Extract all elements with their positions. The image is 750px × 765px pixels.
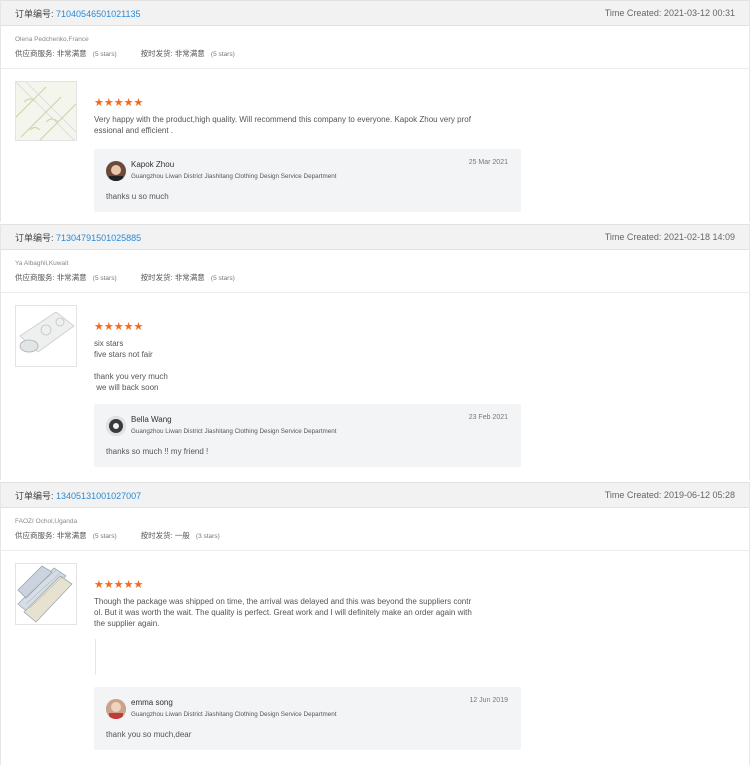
supplier-rating-stars: (5 stars) [92, 51, 117, 58]
ratings-row: 供应商服务: 非常满意 (5 stars) 按时发货: 一般 (3 stars) [1, 528, 749, 551]
reply-author: emma song [131, 698, 173, 707]
seller-reply: Kapok Zhou Guangzhou Liwan District Jias… [94, 149, 521, 212]
fabric-rolls-icon [16, 564, 76, 624]
order-number-link[interactable]: 71304791501025885 [56, 233, 141, 243]
shipping-rating: 按时发货: 非常满意 (5 stars) [141, 272, 235, 292]
shipping-rating: 按时发货: 一般 (3 stars) [141, 530, 220, 550]
buyer-info: Ya Albaghli,Kuwait [15, 260, 69, 267]
shipping-rating-stars: (5 stars) [210, 275, 235, 282]
avatar [106, 699, 126, 719]
supplier-rating-value: 非常满意 [56, 531, 87, 540]
supplier-rating-label: 供应商服务: [15, 273, 55, 282]
supplier-rating-label: 供应商服务: [15, 49, 55, 58]
shipping-rating-label: 按时发货: [140, 49, 173, 58]
reply-author: Bella Wang [131, 415, 172, 424]
supplier-rating-value: 非常满意 [56, 273, 87, 282]
buyer-info: FAOZI Ochol,Uganda [15, 518, 78, 525]
reply-date: 25 Mar 2021 [468, 159, 508, 166]
review-text: Though the package was shipped on time, … [94, 597, 472, 628]
shipping-rating-value: 非常满意 [174, 273, 205, 282]
reply-date: 23 Feb 2021 [468, 414, 508, 421]
reply-date: 12 Jun 2019 [469, 697, 508, 704]
shipping-rating-stars: (5 stars) [210, 51, 235, 58]
review-stars: ★★★★★ [94, 97, 144, 109]
avatar [106, 161, 126, 181]
order-number-label: 订单编号: [15, 490, 54, 501]
shipping-rating-value: 非常满意 [174, 49, 205, 58]
time-created: Time Created: 2019-06-12 05:28 [604, 490, 735, 500]
order-number: 订单编号: 71304791501025885 [15, 231, 141, 244]
order-number-label: 订单编号: [15, 232, 54, 243]
order-header: 订单编号: 13405131001027007 Time Created: 20… [1, 482, 749, 508]
ratings-row: 供应商服务: 非常满意 (5 stars) 按时发货: 非常满意 (5 star… [1, 46, 749, 69]
shipping-rating-stars: (3 stars) [195, 533, 220, 540]
avatar-icon [106, 416, 126, 436]
order-header: 订单编号: 71040546501021135 Time Created: 20… [1, 0, 749, 26]
ratings-row: 供应商服务: 非常满意 (5 stars) 按时发货: 非常满意 (5 star… [1, 270, 749, 293]
reply-message: thanks u so much [106, 192, 169, 201]
order-card-3: 订单编号: 13405131001027007 Time Created: 20… [0, 482, 750, 765]
supplier-rating-stars: (5 stars) [92, 275, 117, 282]
shipping-rating-label: 按时发货: [140, 531, 173, 540]
fabric-roll-icon [16, 306, 76, 366]
supplier-rating-label: 供应商服务: [15, 531, 55, 540]
buyer-info: Olena Pedchenko,France [15, 36, 89, 43]
order-header: 订单编号: 71304791501025885 Time Created: 20… [1, 224, 749, 250]
supplier-rating-value: 非常满意 [56, 49, 87, 58]
reply-message: thank you so much,dear [106, 730, 192, 739]
reply-author: Kapok Zhou [131, 160, 175, 169]
order-card-2: 订单编号: 71304791501025885 Time Created: 20… [0, 224, 750, 480]
seller-reply: emma song Guangzhou Liwan District Jiash… [94, 687, 521, 750]
seller-reply: Bella Wang Guangzhou Liwan District Jias… [94, 404, 521, 467]
time-created: Time Created: 2021-02-18 14:09 [604, 232, 735, 242]
order-number-label: 订单编号: [15, 8, 54, 19]
review-stars: ★★★★★ [94, 321, 144, 333]
supplier-rating: 供应商服务: 非常满意 (5 stars) [15, 48, 117, 68]
product-thumbnail[interactable] [15, 81, 77, 141]
avatar-icon [106, 699, 126, 719]
fabric-image-icon [16, 82, 76, 140]
divider [95, 639, 96, 675]
avatar-icon [106, 161, 126, 181]
reply-company: Guangzhou Liwan District Jiashitang Clot… [131, 711, 337, 718]
supplier-rating: 供应商服务: 非常满意 (5 stars) [15, 272, 117, 292]
shipping-rating-label: 按时发货: [140, 273, 173, 282]
order-number: 订单编号: 13405131001027007 [15, 489, 141, 502]
avatar [106, 416, 126, 436]
shipping-rating: 按时发货: 非常满意 (5 stars) [141, 48, 235, 68]
review-text: Very happy with the product,high quality… [94, 115, 471, 135]
time-created: Time Created: 2021-03-12 00:31 [604, 8, 735, 18]
reply-company: Guangzhou Liwan District Jiashitang Clot… [131, 173, 337, 180]
review-stars: ★★★★★ [94, 579, 144, 591]
reply-company: Guangzhou Liwan District Jiashitang Clot… [131, 428, 337, 435]
order-number-link[interactable]: 71040546501021135 [56, 9, 140, 19]
product-thumbnail[interactable] [15, 563, 77, 625]
supplier-rating: 供应商服务: 非常满意 (5 stars) [15, 530, 117, 550]
reply-message: thanks so much !! my friend ! [106, 447, 209, 456]
order-number-link[interactable]: 13405131001027007 [56, 491, 141, 501]
review-text: six stars five stars not fair thank you … [94, 339, 168, 392]
shipping-rating-value: 一般 [174, 531, 190, 540]
product-thumbnail[interactable] [15, 305, 77, 367]
order-card-1: 订单编号: 71040546501021135 Time Created: 20… [0, 0, 750, 222]
order-number: 订单编号: 71040546501021135 [15, 7, 140, 20]
supplier-rating-stars: (5 stars) [92, 533, 117, 540]
